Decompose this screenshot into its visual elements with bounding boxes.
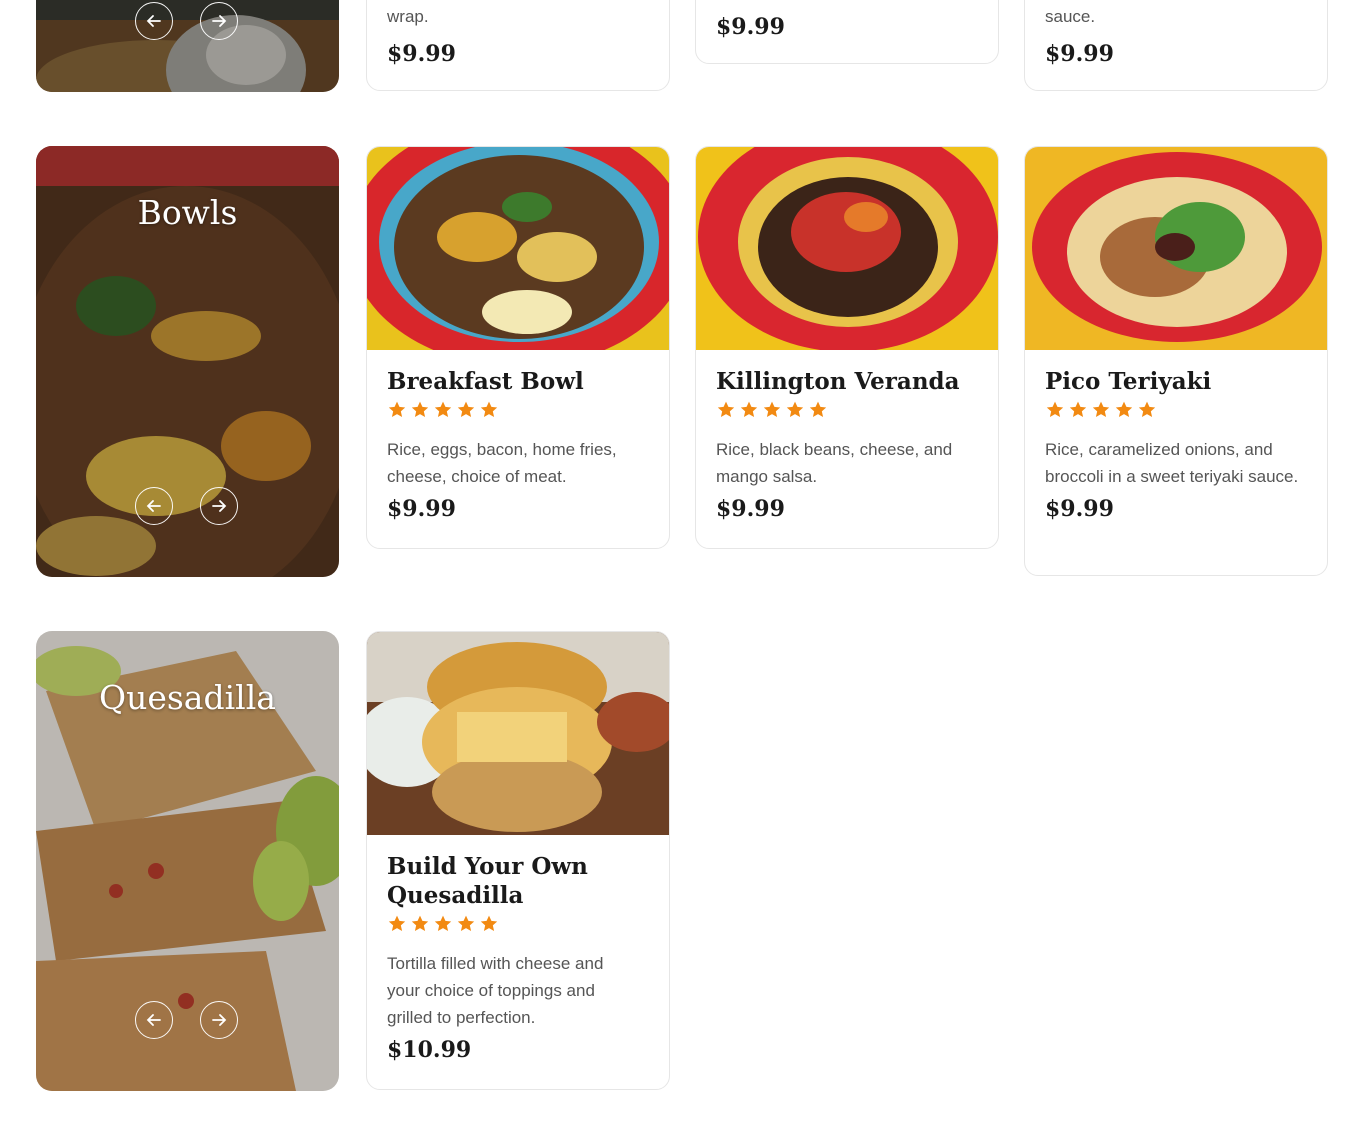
product-description: Rice, eggs, bacon, home fries, cheese, c… [387,440,617,486]
star-icon [480,915,498,931]
star-icon [740,401,758,417]
product-name: Killington Veranda [716,368,960,395]
product-price: $9.99 [716,496,785,522]
category-panel-bowls: Bowls [36,146,339,577]
product-price: $9.99 [1045,496,1114,522]
arrow-right-icon [212,1014,227,1026]
arrow-left-icon [146,15,161,27]
star-icon [1115,401,1133,417]
star-icon [388,915,406,931]
next-arrow-button[interactable] [200,1001,238,1039]
product-price: $9.99 [1045,41,1114,67]
prev-arrow-button[interactable] [135,2,173,40]
next-arrow-button[interactable] [200,487,238,525]
product-description: sauce. [1045,7,1096,26]
product-price: $9.99 [716,14,785,40]
product-price: $10.99 [387,1037,472,1063]
rating-stars [716,400,978,422]
category-title: Quesadilla [99,678,276,717]
rating-stars [1045,400,1307,422]
product-image [367,632,669,835]
product-description: Rice, black beans, cheese, and mango sal… [716,440,953,486]
category-panel-quesadilla: Quesadilla [36,631,339,1091]
arrow-left-icon [146,500,161,512]
star-icon [786,401,804,417]
product-card[interactable]: Pico Teriyaki Rice, caramelized onions, … [1024,146,1328,576]
burrito-category-image [36,0,339,92]
product-card[interactable]: Killington Veranda Rice, black beans, ch… [695,146,999,549]
star-icon [1046,401,1064,417]
product-image [1025,147,1327,350]
star-icon [388,401,406,417]
product-description: Rice, caramelized onions, and broccoli i… [1045,440,1299,486]
product-card[interactable]: Breakfast Bowl Rice, eggs, bacon, home f… [366,146,670,549]
arrow-left-icon [146,1014,161,1026]
rating-stars [387,914,649,936]
rating-stars [387,400,649,422]
arrow-right-icon [212,15,227,27]
star-icon [434,401,452,417]
star-icon [411,915,429,931]
prev-arrow-button[interactable] [135,1001,173,1039]
product-name: Breakfast Bowl [387,368,584,395]
star-icon [809,401,827,417]
star-icon [434,915,452,931]
product-image [696,147,998,350]
product-price: $9.99 [387,496,456,522]
star-icon [1092,401,1110,417]
star-icon [457,915,475,931]
star-icon [763,401,781,417]
product-card[interactable]: sauce. $9.99 [1024,0,1328,91]
product-description: Tortilla filled with cheese and your cho… [387,954,604,1027]
product-name: Build Your Own Quesadilla [387,853,588,909]
product-image [367,147,669,350]
arrow-right-icon [212,500,227,512]
product-description: wrap. [387,7,429,26]
product-name: Pico Teriyaki [1045,368,1212,395]
star-icon [411,401,429,417]
star-icon [1069,401,1087,417]
star-icon [480,401,498,417]
product-card[interactable]: wrap. $9.99 [366,0,670,91]
prev-arrow-button[interactable] [135,487,173,525]
product-card[interactable]: Build Your Own Quesadilla Tortilla fille… [366,631,670,1090]
star-icon [457,401,475,417]
product-card[interactable]: $9.99 [695,0,999,64]
next-arrow-button[interactable] [200,2,238,40]
product-price: $9.99 [387,41,456,67]
category-panel-burritos [36,0,339,92]
star-icon [717,401,735,417]
category-title: Bowls [137,193,238,232]
star-icon [1138,401,1156,417]
